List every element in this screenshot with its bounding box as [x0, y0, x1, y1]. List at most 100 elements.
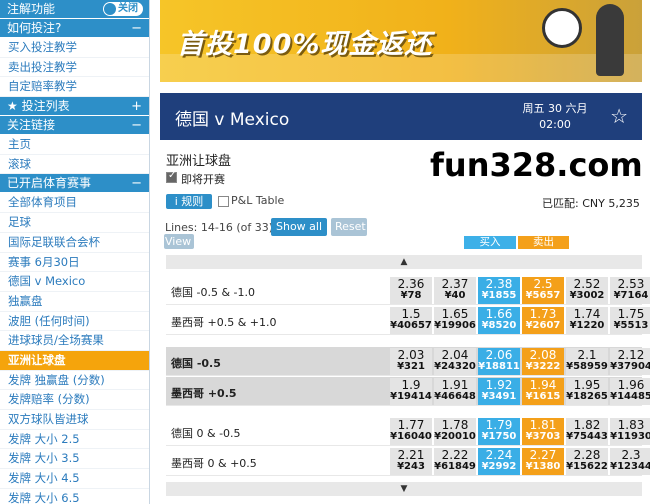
sidebar-item-buy-tutorial[interactable]: 买入投注教学	[0, 38, 149, 58]
lay-odds-cell[interactable]: 1.83 ¥11930	[610, 418, 650, 445]
back-odds-cell[interactable]: 2.38 ¥1855	[478, 277, 520, 304]
lay-odds-cell[interactable]: 1.74 ¥1220	[566, 307, 608, 334]
back-odds-cell[interactable]: 1.78 ¥20010	[434, 418, 476, 445]
back-odds-cell[interactable]: 1.92 ¥3491	[478, 378, 520, 405]
odds-row: 德国 0 & -0.5 1.77 ¥16040 1.78 ¥20010 1.79 ¥1750…	[166, 417, 650, 446]
lay-odds-cell[interactable]: 1.95 ¥18265	[566, 378, 608, 405]
sidebar-item-cards-6-5[interactable]: 发牌 大小 6.5	[0, 489, 149, 504]
back-odds-cell[interactable]: 1.91 ¥46648	[434, 378, 476, 405]
sidebar-item-cards-4-5[interactable]: 发牌 大小 4.5	[0, 469, 149, 489]
sidebar-item-sell-tutorial[interactable]: 卖出投注教学	[0, 58, 149, 78]
collapse-icon[interactable]: −	[131, 19, 142, 38]
lay-odds-cell[interactable]: 1.81 ¥3703	[522, 418, 564, 445]
sidebar-item-scorers[interactable]: 进球球员/全场赛果	[0, 331, 149, 351]
odds-value: 2.3	[621, 448, 641, 462]
lay-odds-cell[interactable]: 1.82 ¥75443	[566, 418, 608, 445]
sports-header[interactable]: 已开启体育赛事 −	[0, 174, 149, 194]
back-odds-cell[interactable]: 1.79 ¥1750	[478, 418, 520, 445]
bet-list-header[interactable]: ★ 投注列表 +	[0, 97, 149, 117]
collapse-icon[interactable]: −	[131, 174, 142, 193]
how-to-bet-header[interactable]: 如何投注? −	[0, 19, 149, 38]
odds-value: 2.24	[485, 448, 513, 462]
lay-odds-cell[interactable]: 2.12 ¥37904	[610, 348, 650, 375]
back-odds-cell[interactable]: 2.37 ¥40	[434, 277, 476, 304]
lay-odds-cell[interactable]: 1.96 ¥14485	[610, 378, 650, 405]
available-amount: ¥37904	[610, 361, 650, 372]
available-amount: ¥1615	[525, 391, 561, 402]
sidebar-item-football[interactable]: 足球	[0, 213, 149, 233]
market-title: 亚洲让球盘	[166, 154, 232, 169]
odds-value: 1.83	[617, 418, 645, 432]
back-odds-cell[interactable]: 1.65 ¥19906	[434, 307, 476, 334]
sidebar-item-home[interactable]: 主页	[0, 135, 149, 155]
odds-value: 1.75	[617, 307, 645, 321]
back-odds-cell[interactable]: 2.24 ¥2992	[478, 448, 520, 475]
back-odds-cell[interactable]: 2.06 ¥18811	[478, 348, 520, 375]
sidebar-item-cards-3-5[interactable]: 发牌 大小 3.5	[0, 449, 149, 470]
sidebar-item-all-sports[interactable]: 全部体育项目	[0, 193, 149, 214]
sidebar-item-correct-score[interactable]: 波胆 (任何时间)	[0, 312, 149, 332]
sidebar-item-match-odds[interactable]: 独赢盘	[0, 292, 149, 312]
sell-column-header: 卖出	[518, 236, 569, 249]
lay-odds-cell[interactable]: 2.5 ¥5657	[522, 277, 564, 304]
pl-table-checkbox[interactable]	[218, 196, 229, 207]
promo-banner[interactable]: 首投100%现金返还	[160, 0, 642, 82]
odds-value: 2.12	[617, 348, 645, 362]
available-amount: ¥1220	[569, 320, 605, 331]
selection-label: 墨西哥 +0.5 & +1.0	[171, 316, 277, 329]
links-header[interactable]: 关注链接 −	[0, 116, 149, 136]
reset-view-button-line2[interactable]: View	[164, 234, 194, 249]
sidebar-item-match[interactable]: 德国 v Mexico	[0, 272, 149, 292]
lay-odds-cell[interactable]: 1.73 ¥2607	[522, 307, 564, 334]
lay-odds-cell[interactable]: 2.53 ¥7164	[610, 277, 650, 304]
sidebar-item-date[interactable]: 赛事 6月30日	[0, 253, 149, 273]
sidebar-item-cards-2-5[interactable]: 发牌 大小 2.5	[0, 430, 149, 450]
pl-table-label: P&L Table	[231, 194, 285, 207]
back-odds-cell[interactable]: 1.77 ¥16040	[390, 418, 432, 445]
available-amount: ¥7164	[613, 290, 649, 301]
sidebar-item-inplay[interactable]: 滚球	[0, 155, 149, 175]
available-amount: ¥16040	[390, 431, 432, 442]
favorite-star-icon[interactable]: ☆	[610, 104, 628, 128]
available-amount: ¥243	[397, 461, 425, 472]
available-amount: ¥20010	[434, 431, 476, 442]
lay-odds-cell[interactable]: 2.28 ¥15622	[566, 448, 608, 475]
lay-odds-cell[interactable]: 2.52 ¥3002	[566, 277, 608, 304]
back-odds-cell[interactable]: 2.22 ¥61849	[434, 448, 476, 475]
expand-icon[interactable]: +	[131, 97, 142, 116]
back-odds-cell[interactable]: 1.5 ¥40657	[390, 307, 432, 334]
lay-odds-cell[interactable]: 2.08 ¥3222	[522, 348, 564, 375]
odds-value: 1.66	[485, 307, 513, 321]
back-odds-cell[interactable]: 2.03 ¥321	[390, 348, 432, 375]
available-amount: ¥5513	[613, 320, 649, 331]
lay-odds-cell[interactable]: 1.75 ¥5513	[610, 307, 650, 334]
back-odds-cell[interactable]: 2.21 ¥243	[390, 448, 432, 475]
back-odds-cell[interactable]: 2.04 ¥24320	[434, 348, 476, 375]
reset-view-button[interactable]: Reset	[331, 218, 367, 236]
available-amount: ¥78	[400, 290, 422, 301]
lay-odds-cell[interactable]: 1.94 ¥1615	[522, 378, 564, 405]
rules-button[interactable]: i 规则	[166, 194, 212, 209]
annotation-toggle[interactable]: 关闭	[103, 2, 143, 16]
sidebar-item-btts[interactable]: 双方球队皆进球	[0, 410, 149, 430]
available-amount: ¥8520	[481, 320, 517, 331]
collapse-icon[interactable]: −	[131, 116, 142, 135]
scroll-down-button[interactable]: ▼	[166, 482, 642, 496]
lay-odds-cell[interactable]: 2.1 ¥58959	[566, 348, 608, 375]
sidebar-item-card-rates[interactable]: 发牌赔率 (分数)	[0, 390, 149, 410]
odds-value: 1.9	[401, 378, 421, 392]
lay-odds-cell[interactable]: 2.3 ¥12344	[610, 448, 650, 475]
football-icon	[542, 8, 582, 48]
sidebar-item-card-odds[interactable]: 发牌 独赢盘 (分数)	[0, 371, 149, 391]
upcoming-checkbox[interactable]	[166, 170, 177, 183]
sidebar-item-custom-odds-tutorial[interactable]: 自定赔率教学	[0, 77, 149, 98]
scroll-up-button[interactable]: ▲	[166, 255, 642, 269]
lay-odds-cell[interactable]: 2.27 ¥1380	[522, 448, 564, 475]
show-all-button[interactable]: Show all	[271, 218, 327, 236]
match-time: 02:00	[539, 118, 571, 131]
sidebar-item-asian-handicap[interactable]: 亚洲让球盘	[0, 350, 149, 371]
sidebar-item-confed-cup[interactable]: 国际足联联合会杯	[0, 233, 149, 253]
back-odds-cell[interactable]: 2.36 ¥78	[390, 277, 432, 304]
back-odds-cell[interactable]: 1.66 ¥8520	[478, 307, 520, 334]
back-odds-cell[interactable]: 1.9 ¥19414	[390, 378, 432, 405]
